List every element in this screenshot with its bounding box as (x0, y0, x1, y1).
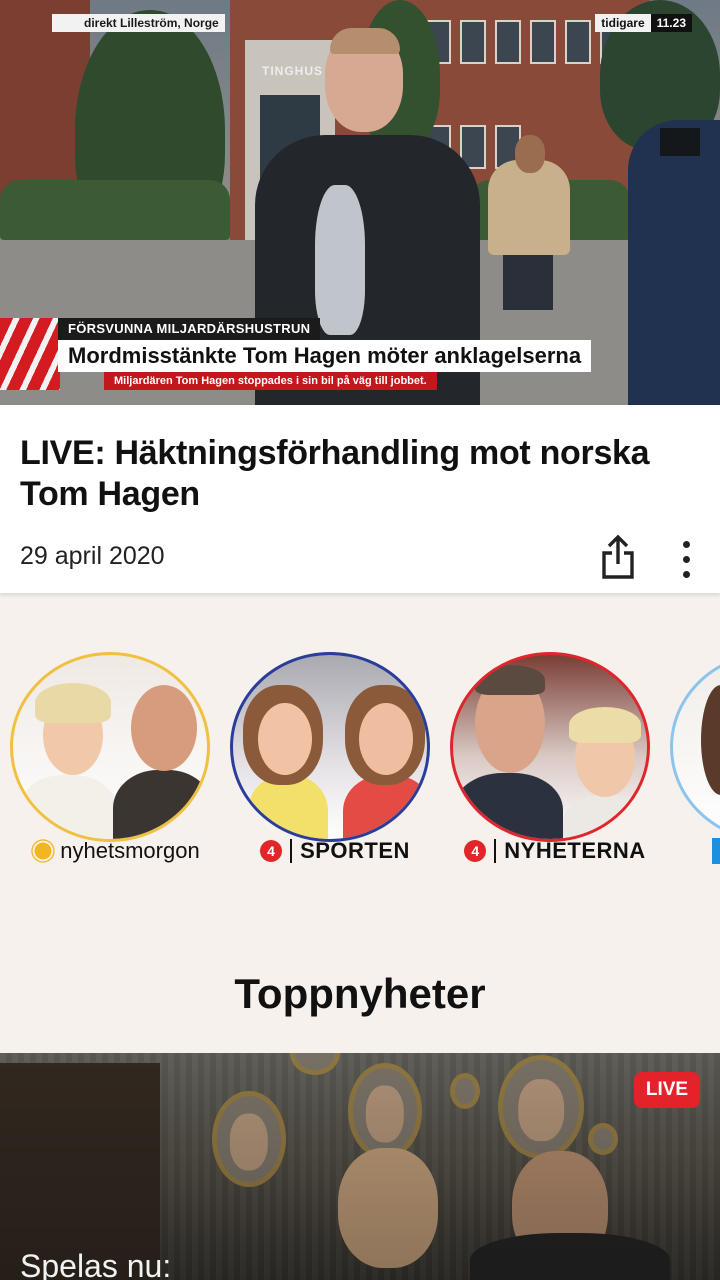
lower-third: FÖRSVUNNA MILJARDÄRSHUSTRUN Mordmisstänk… (0, 318, 720, 390)
program-name: NYHETERNA (504, 838, 646, 863)
broadcast-time: 11.23 (650, 14, 692, 32)
programs-carousel[interactable]: nyhetsmorgon 4 SPORTEN 4 NYHETERNA (0, 650, 720, 880)
article-card: LIVE: Häktningsförhandling mot norska To… (0, 405, 720, 593)
program-name: SPORTEN (300, 838, 410, 863)
more-options-button[interactable] (666, 535, 706, 583)
earlier-label: tidigare (595, 14, 651, 32)
tv4-icon: 4 (464, 840, 487, 862)
location-tag: direkt Lilleström, Norge (52, 14, 225, 32)
article-date: 29 april 2020 (20, 542, 165, 570)
program-name: nyhetsmorgon (60, 838, 200, 863)
tv4-icon: 4 (260, 840, 283, 862)
program-partial[interactable] (670, 650, 720, 870)
lower-third-kicker: FÖRSVUNNA MILJARDÄRSHUSTRUN (58, 318, 321, 340)
lower-third-headline: Mordmisstänkte Tom Hagen möter anklagels… (58, 340, 592, 372)
program-nyhetsmorgon[interactable]: nyhetsmorgon (10, 650, 210, 870)
building-sign: TINGHUS (262, 64, 323, 78)
live-badge: LIVE (634, 1072, 700, 1108)
sun-icon (34, 842, 52, 860)
now-playing-label: Spelas nu: (20, 1248, 172, 1280)
share-icon (602, 534, 634, 579)
time-tag: tidigare 11.23 (595, 14, 692, 32)
program-nyheterna[interactable]: 4 NYHETERNA (450, 650, 650, 870)
live-video-card[interactable]: LIVE Spelas nu: (0, 1053, 720, 1280)
section-title: Toppnyheter (234, 970, 486, 1017)
program-sporten[interactable]: 4 SPORTEN (230, 650, 430, 870)
article-title: LIVE: Häktningsförhandling mot norska To… (20, 434, 650, 513)
video-player[interactable]: TINGHUS direkt Lilleström, Norge tidigar… (0, 0, 720, 405)
more-vertical-icon (682, 540, 690, 548)
lower-third-subline: Miljardären Tom Hagen stoppades i sin bi… (104, 372, 437, 390)
share-button[interactable] (598, 529, 638, 585)
